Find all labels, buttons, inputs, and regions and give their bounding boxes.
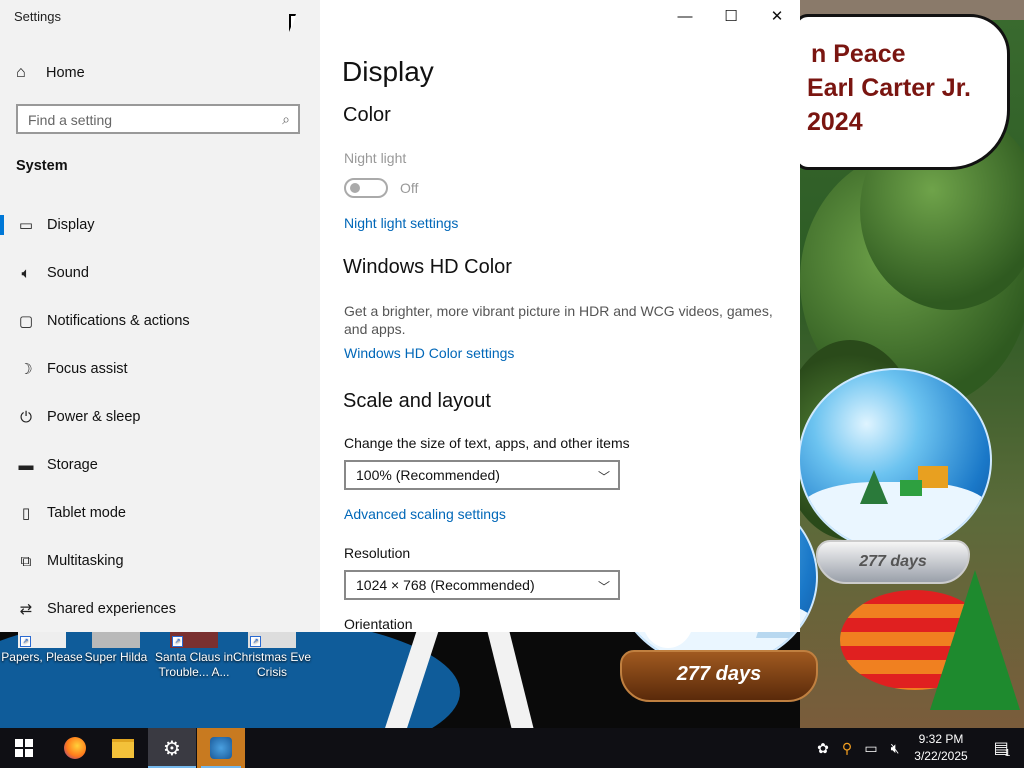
home-label: Home — [46, 65, 85, 81]
tablet-icon: ▯ — [21, 505, 31, 522]
night-light-state: Off — [400, 180, 419, 196]
sidebar-item-display[interactable]: ▭ Display — [0, 205, 320, 245]
christmas-tree-icon — [930, 570, 1020, 710]
resolution-value: 1024 × 768 (Recommended) — [356, 577, 535, 593]
clock-time: 9:32 PM — [918, 732, 964, 746]
desktop-icon-label: Santa Claus in Trouble... A... — [154, 650, 234, 679]
shared-icon: ⇄ — [19, 601, 33, 618]
search-icon[interactable]: ⌕ — [282, 111, 290, 128]
taskbar-firefox[interactable] — [51, 728, 99, 768]
sidebar-item-notifications[interactable]: ▢ Notifications & actions — [0, 301, 320, 341]
desktop-icon-santa-claus[interactable]: ↗ Santa Claus in Trouble... A... — [152, 632, 236, 680]
sidebar-item-label: Sound — [47, 265, 89, 281]
sidebar-item-multitasking[interactable]: ⧉ Multitasking — [0, 541, 320, 581]
night-light-label: Night light — [344, 150, 407, 166]
sidebar-item-label: Shared experiences — [47, 601, 176, 617]
wallpaper-photo: n Peace Earl Carter Jr. 2024 277 days — [800, 0, 1024, 728]
mouse-cursor — [289, 14, 303, 32]
sidebar-item-label: Display — [47, 217, 95, 233]
multitask-icon: ⧉ — [20, 552, 32, 570]
desktop-icon-label: Christmas Eve Crisis — [232, 650, 312, 679]
desktop-icon-super-hilda[interactable]: Super Hilda — [74, 632, 158, 665]
scale-dropdown[interactable]: 100% (Recommended) ﹀ — [344, 460, 620, 490]
scale-value: 100% (Recommended) — [356, 467, 500, 483]
sidebar-item-label: Notifications & actions — [47, 313, 190, 329]
close-button[interactable]: ✕ — [754, 0, 800, 32]
speaker-icon: 🔈︎ — [21, 264, 31, 282]
desktop-icon-papers-please[interactable]: ↗ Papers, Please — [0, 632, 84, 665]
minimize-icon: — — [677, 7, 693, 25]
hd-color-heading: Windows HD Color — [343, 256, 512, 278]
sidebar-item-tablet-mode[interactable]: ▯ Tablet mode — [0, 493, 320, 533]
settings-window: Settings ⌂ Home ⌕ System ▭ Display 🔈︎ So… — [0, 0, 800, 632]
notification-icon: ▢ — [18, 313, 34, 330]
night-light-toggle[interactable] — [344, 178, 388, 198]
chevron-down-icon: ﹀ — [597, 580, 610, 594]
desktop-icon-christmas-eve-crisis[interactable]: ↗ Christmas Eve Crisis — [230, 632, 314, 680]
sidebar-item-storage[interactable]: ▬ Storage — [0, 445, 320, 485]
notification-center-button[interactable]: ▤ 1 — [980, 728, 1024, 768]
storage-icon: ▬ — [18, 456, 34, 474]
night-light-settings-link[interactable]: Night light settings — [344, 215, 458, 231]
volume-muted-icon[interactable]: 🔇︎ — [886, 738, 904, 758]
taskbar-settings[interactable]: ⚙ — [148, 728, 196, 768]
monitor-icon: ▭ — [18, 217, 34, 234]
sidebar-item-focus-assist[interactable]: ☽ Focus assist — [0, 349, 320, 389]
taskbar-app[interactable] — [197, 728, 245, 768]
scale-label: Change the size of text, apps, and other… — [344, 435, 630, 451]
tray-search-icon[interactable]: ⚲ — [838, 738, 856, 758]
notification-count: 1 — [1004, 747, 1011, 759]
taskbar-file-explorer[interactable] — [99, 728, 147, 768]
taskbar: ⚙ ✿ ⚲ ▭ 🔇︎ 9:32 PM 3/22/2025 ▤ 1 — [0, 728, 1024, 768]
desktop-icon-label: Papers, Please — [1, 650, 83, 664]
moon-icon: ☽ — [19, 361, 33, 378]
advanced-scaling-link[interactable]: Advanced scaling settings — [344, 506, 506, 522]
maximize-icon: ☐ — [724, 8, 738, 25]
sidebar-item-label: Power & sleep — [47, 409, 141, 425]
orientation-label: Orientation — [344, 616, 413, 632]
page-title: Display — [342, 56, 434, 87]
system-clock[interactable]: 9:32 PM 3/22/2025 — [906, 731, 976, 765]
window-title: Settings — [14, 9, 61, 24]
settings-sidebar: Settings ⌂ Home ⌕ System ▭ Display 🔈︎ So… — [0, 0, 320, 632]
app-icon — [210, 737, 232, 759]
sidebar-home[interactable]: ⌂ Home — [16, 60, 85, 86]
snow-globe-small — [800, 368, 992, 552]
hd-color-description: Get a brighter, more vibrant picture in … — [344, 303, 773, 337]
power-icon: ⏻ — [20, 408, 32, 426]
tray-app-icon[interactable]: ✿ — [814, 738, 832, 758]
minimize-button[interactable]: — — [662, 0, 708, 32]
network-icon[interactable]: ▭ — [862, 738, 880, 758]
search-box[interactable]: ⌕ — [16, 104, 300, 134]
section-label: System — [16, 158, 68, 174]
sidebar-item-label: Storage — [47, 457, 98, 473]
hd-color-settings-link[interactable]: Windows HD Color settings — [344, 345, 514, 361]
resolution-label: Resolution — [344, 545, 411, 561]
chevron-down-icon: ﹀ — [597, 470, 610, 484]
sidebar-item-sound[interactable]: 🔈︎ Sound — [0, 253, 320, 293]
desktop-icon-label: Super Hilda — [84, 650, 148, 664]
sidebar-item-label: Tablet mode — [47, 505, 126, 521]
clock-date: 3/22/2025 — [914, 749, 968, 763]
search-input[interactable] — [18, 106, 270, 134]
folder-icon — [112, 738, 134, 758]
windows-logo-icon — [15, 739, 33, 757]
color-heading: Color — [343, 104, 391, 126]
resolution-dropdown[interactable]: 1024 × 768 (Recommended) ﹀ — [344, 570, 620, 600]
sidebar-item-label: Multitasking — [47, 553, 124, 569]
firefox-icon — [64, 737, 86, 759]
start-button[interactable] — [0, 728, 48, 768]
speech-bubble: n Peace Earl Carter Jr. 2024 — [800, 14, 1010, 170]
gear-icon: ⚙ — [163, 737, 181, 760]
sidebar-item-shared-experiences[interactable]: ⇄ Shared experiences — [0, 589, 320, 629]
close-icon: ✕ — [770, 8, 784, 25]
maximize-button[interactable]: ☐ — [708, 0, 754, 32]
snow-globe-large-base: 277 days — [620, 650, 818, 702]
sidebar-item-label: Focus assist — [47, 361, 128, 377]
sidebar-item-power-sleep[interactable]: ⏻ Power & sleep — [0, 397, 320, 437]
home-icon: ⌂ — [16, 64, 26, 81]
scale-heading: Scale and layout — [343, 390, 491, 412]
